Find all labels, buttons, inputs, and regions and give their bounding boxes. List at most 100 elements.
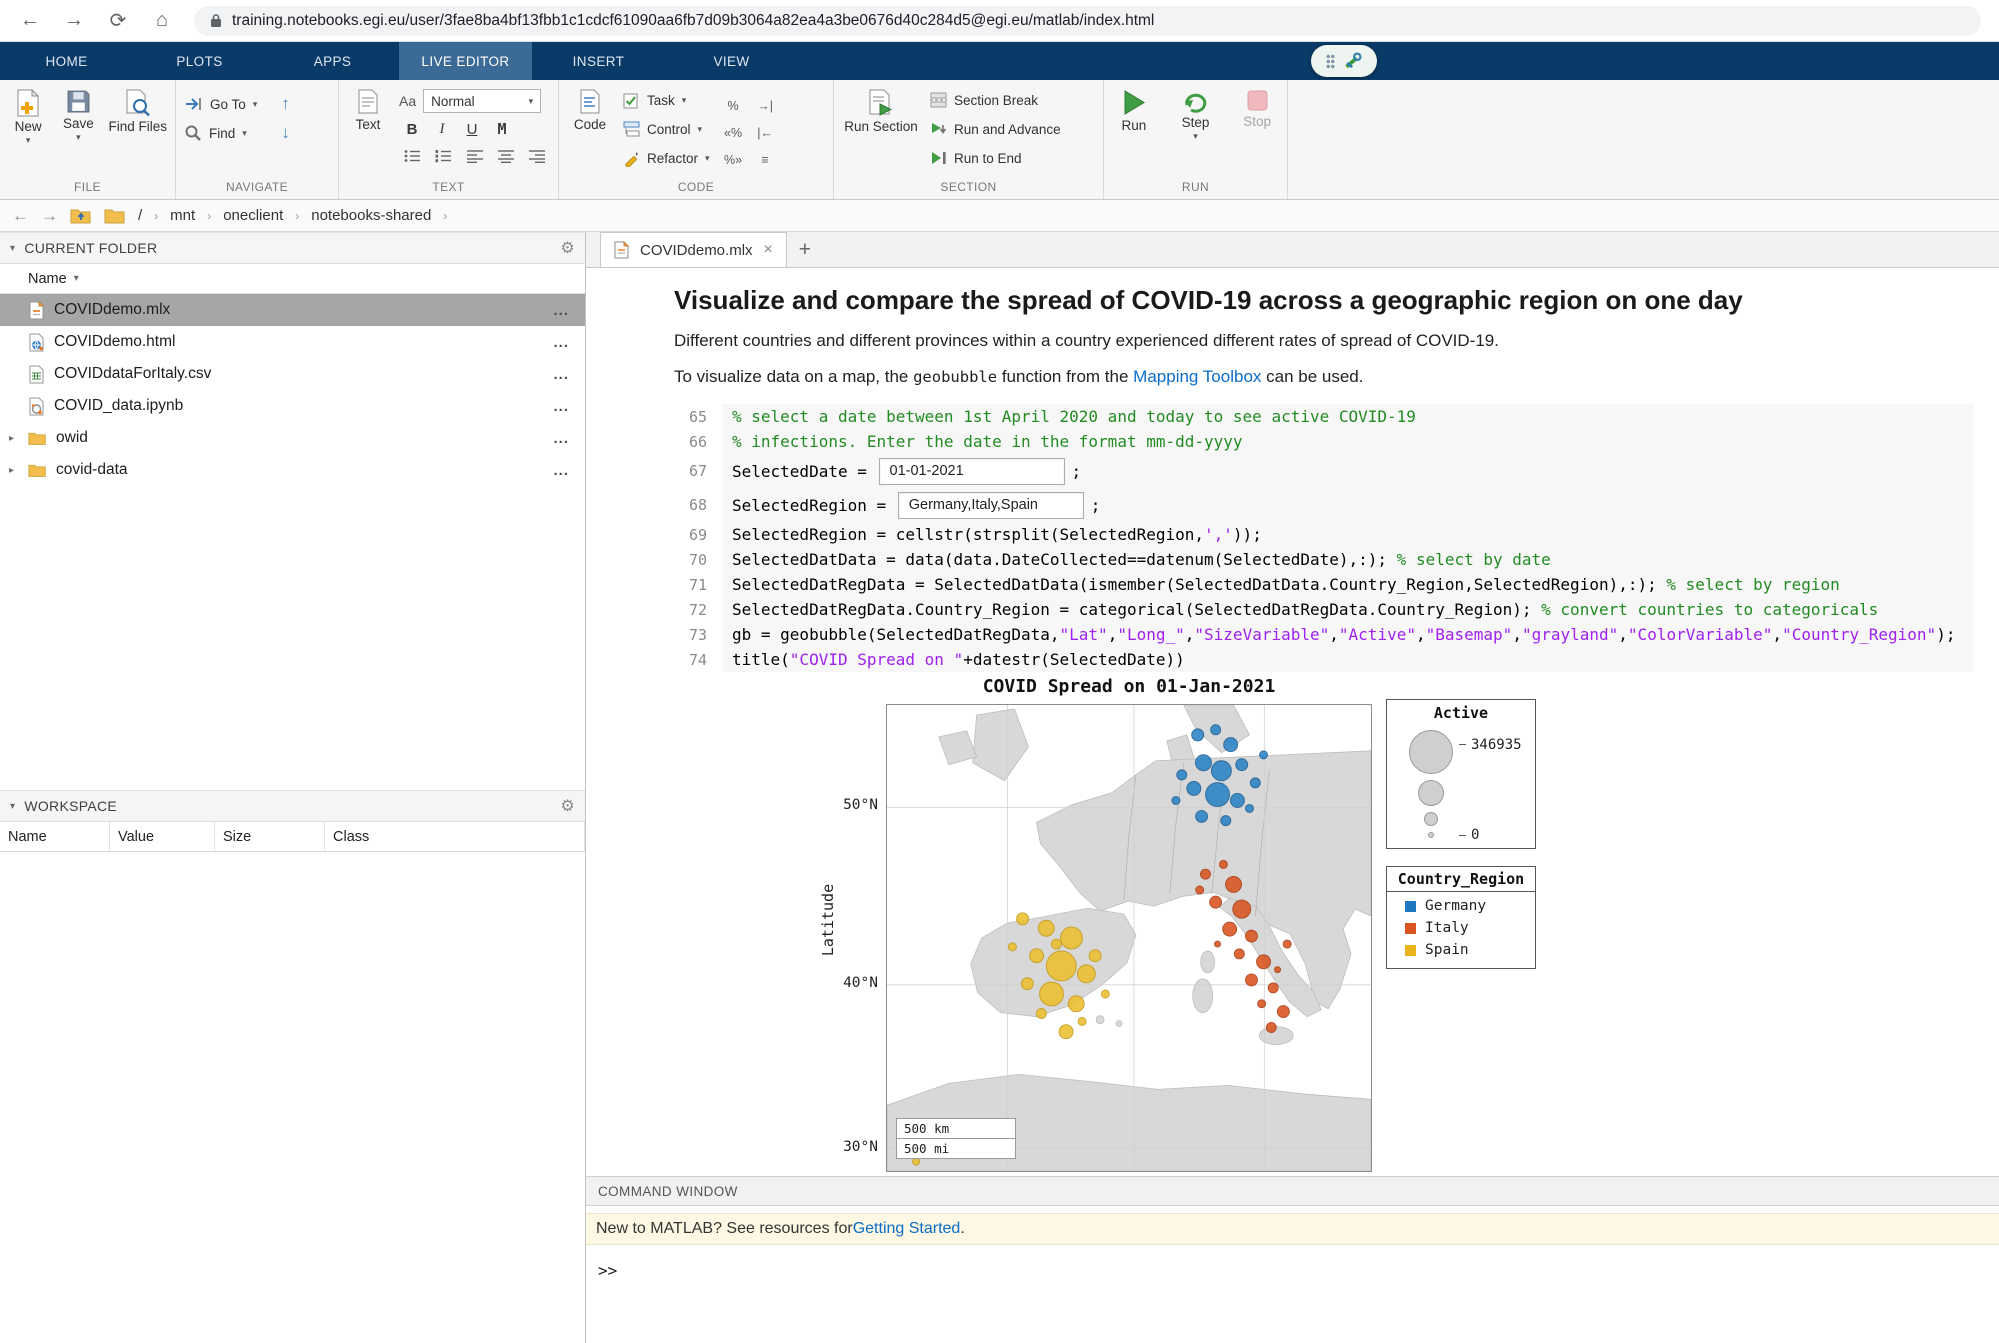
new-button[interactable]: New ▾ bbox=[8, 84, 48, 145]
ribbon-tab-live-editor[interactable]: LIVE EDITOR bbox=[399, 42, 532, 80]
code-text[interactable]: title("COVID Spread on " +datestr(Selecte… bbox=[722, 647, 1973, 672]
code-line-68[interactable]: 68 SelectedRegion = Germany,Italy,Spain; bbox=[674, 488, 1973, 522]
code-text[interactable]: SelectedDatRegData.Country_Region = cate… bbox=[722, 597, 1973, 622]
row-actions-button[interactable]: ... bbox=[553, 462, 569, 479]
row-actions-button[interactable]: ... bbox=[553, 334, 569, 351]
numbered-list-button[interactable] bbox=[430, 144, 457, 168]
code-line-72[interactable]: 72 SelectedDatRegData.Country_Region = ca… bbox=[674, 597, 1973, 622]
find-button[interactable]: Find ▾ bbox=[184, 121, 257, 145]
file-row-COVIDdemo.mlx[interactable]: COVIDdemo.mlx... bbox=[0, 294, 585, 326]
ribbon-tab-view[interactable]: VIEW bbox=[665, 42, 798, 80]
comment-button[interactable]: % bbox=[720, 94, 747, 118]
row-actions-button[interactable]: ... bbox=[553, 302, 569, 319]
file-name-column-header[interactable]: Name ▾ bbox=[0, 264, 585, 294]
code-input-field[interactable]: 01-01-2021 bbox=[878, 457, 1065, 485]
close-tab-icon[interactable]: × bbox=[764, 241, 773, 259]
current-folder-header[interactable]: ▾ CURRENT FOLDER ⚙ bbox=[0, 232, 585, 264]
code-input-field[interactable]: Germany,Italy,Spain bbox=[897, 491, 1084, 519]
workspace-column-name[interactable]: Name bbox=[0, 822, 110, 851]
collapse-triangle-icon[interactable]: ▾ bbox=[10, 243, 15, 254]
folder-icon[interactable] bbox=[104, 207, 126, 224]
ribbon-tab-plots[interactable]: PLOTS bbox=[133, 42, 266, 80]
browser-refresh-icon[interactable]: ⟳ bbox=[106, 8, 130, 33]
matlab-widget[interactable] bbox=[1311, 45, 1377, 77]
browser-forward-icon[interactable]: → bbox=[62, 9, 86, 32]
code-line-74[interactable]: 74 title("COVID Spread on " +datestr(Selec… bbox=[674, 647, 1973, 672]
browser-back-icon[interactable]: ← bbox=[18, 9, 42, 32]
ribbon-tab-apps[interactable]: APPS bbox=[266, 42, 399, 80]
refactor-button[interactable]: Refactor ▾ bbox=[623, 146, 710, 170]
file-row-covid-data[interactable]: ▸ covid-data... bbox=[0, 454, 585, 486]
workspace-column-class[interactable]: Class bbox=[325, 822, 585, 851]
new-tab-button[interactable]: + bbox=[787, 232, 823, 267]
expander-triangle-icon[interactable]: ▸ bbox=[9, 465, 14, 476]
editor-document[interactable]: Visualize and compare the spread of COVI… bbox=[586, 268, 1999, 1176]
code-line-70[interactable]: 70 SelectedDatData = data(data.DateCollec… bbox=[674, 547, 1973, 572]
text-link[interactable]: Getting Started bbox=[853, 1220, 961, 1238]
code-text[interactable]: % infections. Enter the date in the form… bbox=[722, 429, 1973, 454]
uncomment-button[interactable]: «% bbox=[720, 121, 747, 145]
run-section-button[interactable]: Run Section bbox=[842, 84, 920, 134]
save-button[interactable]: Save ▾ bbox=[58, 84, 98, 142]
breadcrumb-item-notebooks-shared[interactable]: notebooks-shared bbox=[311, 207, 431, 224]
goto-button[interactable]: Go To ▾ bbox=[184, 92, 257, 116]
code-line-69[interactable]: 69 SelectedRegion = cellstr(strsplit(Sele… bbox=[674, 522, 1973, 547]
row-actions-button[interactable]: ... bbox=[553, 430, 569, 447]
workspace-column-size[interactable]: Size bbox=[215, 822, 325, 851]
ribbon-tab-home[interactable]: HOME bbox=[0, 42, 133, 80]
align-center-button[interactable] bbox=[492, 144, 519, 168]
text-link[interactable]: Mapping Toolbox bbox=[1133, 367, 1261, 386]
section-break-button[interactable]: Section Break bbox=[930, 88, 1061, 112]
up-one-level-icon[interactable] bbox=[70, 207, 92, 224]
row-actions-button[interactable]: ... bbox=[553, 398, 569, 415]
run-to-end-button[interactable]: Run to End bbox=[930, 146, 1061, 170]
file-row-owid[interactable]: ▸ owid... bbox=[0, 422, 585, 454]
italic-button[interactable]: I bbox=[429, 117, 455, 141]
run-button[interactable]: Run bbox=[1112, 84, 1156, 133]
run-and-advance-button[interactable]: Run and Advance bbox=[930, 117, 1061, 141]
outdent-button[interactable]: |← bbox=[752, 121, 779, 145]
text-style-select[interactable]: Normal ▾ bbox=[423, 89, 542, 113]
smart-indent-button[interactable]: ≡ bbox=[752, 148, 779, 172]
breadcrumb-item-oneclient[interactable]: oneclient bbox=[223, 207, 283, 224]
collapse-triangle-icon[interactable]: ▾ bbox=[10, 801, 15, 812]
go-down-button[interactable]: ↓ bbox=[281, 121, 290, 145]
drag-handle-icon[interactable] bbox=[1326, 53, 1335, 69]
expander-triangle-icon[interactable]: ▸ bbox=[9, 433, 14, 444]
row-actions-button[interactable]: ... bbox=[553, 366, 569, 383]
gear-icon[interactable]: ⚙ bbox=[560, 238, 575, 258]
task-button[interactable]: Task ▾ bbox=[623, 88, 710, 112]
text-button[interactable]: Text bbox=[347, 84, 389, 132]
code-line-66[interactable]: 66 % infections. Enter the date in the fo… bbox=[674, 429, 1973, 454]
code-text[interactable]: SelectedRegion = Germany,Italy,Spain; bbox=[722, 488, 1973, 522]
command-window-header[interactable]: COMMAND WINDOW bbox=[586, 1176, 1999, 1206]
breadcrumb-item-mnt[interactable]: mnt bbox=[170, 207, 195, 224]
file-row-COVIDdataForItaly.csv[interactable]: COVIDdataForItaly.csv... bbox=[0, 358, 585, 390]
address-bar[interactable]: training.notebooks.egi.eu/user/3fae8ba4b… bbox=[194, 5, 1981, 36]
control-button[interactable]: Control ▾ bbox=[623, 117, 710, 141]
indent-button[interactable]: →| bbox=[752, 94, 779, 118]
command-prompt[interactable]: >> bbox=[586, 1245, 1999, 1280]
code-text[interactable]: SelectedRegion = cellstr(strsplit(Select… bbox=[722, 522, 1973, 547]
workspace-header[interactable]: ▾ WORKSPACE ⚙ bbox=[0, 790, 585, 822]
monospace-button[interactable]: M bbox=[489, 117, 515, 141]
breadcrumb-root[interactable]: / bbox=[138, 207, 142, 224]
breadcrumb-forward-icon[interactable]: → bbox=[41, 206, 58, 226]
code-line-71[interactable]: 71 SelectedDatRegData = SelectedDatData(i… bbox=[674, 572, 1973, 597]
browser-home-icon[interactable]: ⌂ bbox=[150, 9, 174, 32]
geobubble-map[interactable] bbox=[886, 704, 1372, 1172]
file-row-COVIDdemo.html[interactable]: COVIDdemo.html... bbox=[0, 326, 585, 358]
align-left-button[interactable] bbox=[461, 144, 488, 168]
workspace-column-value[interactable]: Value bbox=[110, 822, 215, 851]
code-button[interactable]: Code bbox=[567, 84, 613, 132]
gear-icon[interactable]: ⚙ bbox=[560, 796, 575, 816]
find-files-button[interactable]: Find Files bbox=[108, 84, 167, 134]
code-line-73[interactable]: 73 gb = geobubble(SelectedDatRegData, "Lat… bbox=[674, 622, 1973, 647]
code-line-65[interactable]: 65 % select a date between 1st April 2020… bbox=[674, 404, 1973, 429]
code-text[interactable]: SelectedDatData = data(data.DateCollecte… bbox=[722, 547, 1973, 572]
file-row-COVID_data.ipynb[interactable]: COVID_data.ipynb... bbox=[0, 390, 585, 422]
wrap-comments-button[interactable]: %» bbox=[720, 148, 747, 172]
go-up-button[interactable]: ↑ bbox=[281, 92, 290, 116]
editor-tab-coviddemo[interactable]: COVIDdemo.mlx × bbox=[600, 232, 787, 267]
align-right-button[interactable] bbox=[523, 144, 550, 168]
